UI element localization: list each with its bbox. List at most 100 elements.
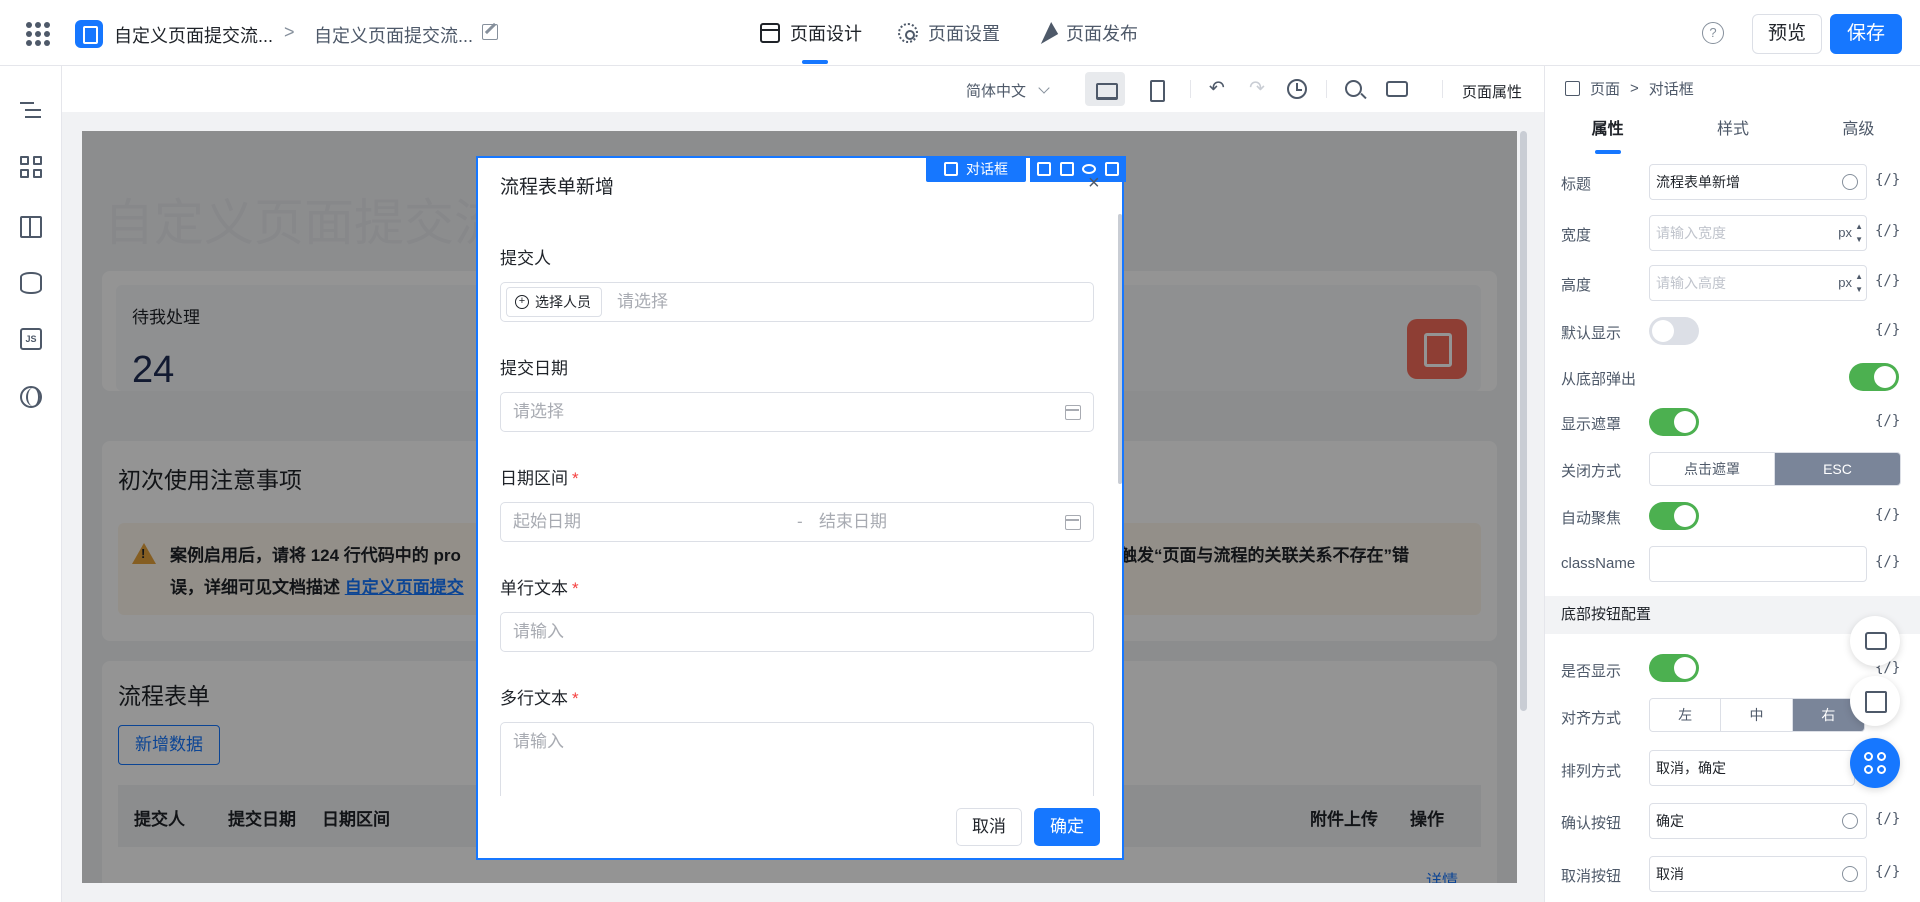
desktop-view-icon[interactable] (1085, 72, 1125, 106)
bottom-popup-toggle[interactable] (1849, 363, 1899, 391)
cancel-text-input[interactable]: 取消 (1649, 856, 1867, 892)
globe-icon[interactable] (1842, 813, 1858, 829)
dialog-scrollbar[interactable] (1118, 214, 1122, 484)
tab-properties[interactable]: 属性 (1545, 108, 1670, 154)
close-mode-option-mask[interactable]: 点击遮罩 (1650, 453, 1775, 485)
show-mask-toggle[interactable] (1649, 408, 1699, 436)
add-icon[interactable] (1037, 162, 1052, 176)
tab-page-design[interactable]: 页面设计 (760, 0, 862, 66)
data-source-icon[interactable] (20, 272, 42, 294)
expression-icon[interactable]: {/} (1875, 811, 1900, 827)
globe-icon[interactable] (1842, 866, 1858, 882)
expression-icon[interactable]: {/} (1875, 507, 1900, 523)
panel-breadcrumb: 页面 > 对话框 (1565, 78, 1694, 99)
close-icon[interactable]: × (1088, 172, 1100, 195)
single-text-input[interactable]: 请输入 (500, 612, 1094, 652)
calendar-icon (1065, 515, 1081, 530)
gear-icon (898, 23, 918, 43)
prop-label: 关闭方式 (1561, 463, 1622, 480)
page-attributes-button[interactable]: 页面属性 (1462, 81, 1522, 102)
copy-icon[interactable] (1059, 162, 1074, 176)
expression-icon[interactable]: {/} (1875, 413, 1900, 429)
toolbar-divider (1442, 80, 1443, 98)
expression-icon[interactable]: {/} (1875, 864, 1900, 880)
page-icon (1565, 81, 1580, 96)
app-logo-icon (75, 20, 103, 48)
close-mode-option-esc[interactable]: ESC (1775, 453, 1900, 485)
prop-label: 取消按钮 (1561, 868, 1622, 885)
order-select[interactable]: 取消，确定 (1649, 750, 1855, 786)
search-icon[interactable] (1345, 80, 1362, 97)
confirm-button[interactable]: 确定 (1034, 808, 1100, 846)
redo-icon[interactable]: ↷ (1246, 79, 1268, 99)
outline-tree-icon[interactable] (20, 100, 42, 122)
footer-show-toggle[interactable] (1649, 654, 1699, 682)
expression-icon[interactable]: {/} (1875, 172, 1900, 188)
form-dialog[interactable]: 对话框 流程表单新增 × 提交人 请选择 + 选择人员 提交日期 请选择 日期区… (476, 156, 1126, 860)
app-name[interactable]: 自定义页面提交流... (114, 22, 273, 48)
prop-label: 高度 (1561, 277, 1592, 294)
field-label: 单行文本 * (500, 574, 579, 599)
calendar-icon (1065, 405, 1081, 420)
edit-icon[interactable] (482, 24, 498, 40)
chevron-down-icon (1038, 82, 1050, 94)
globe-icon[interactable] (1842, 174, 1858, 190)
tab-styles[interactable]: 样式 (1670, 108, 1795, 154)
expression-icon[interactable]: {/} (1875, 273, 1900, 289)
send-icon (1033, 21, 1059, 45)
docs-book-icon[interactable] (1850, 676, 1900, 726)
field-label: 日期区间 * (500, 464, 579, 489)
save-button[interactable]: 保存 (1830, 14, 1902, 54)
submit-date-picker[interactable]: 请选择 (500, 392, 1094, 432)
components-grid-icon[interactable] (20, 156, 42, 178)
canvas-scrollbar[interactable] (1520, 131, 1527, 711)
tab-page-settings[interactable]: 页面设置 (898, 0, 1000, 66)
js-code-icon[interactable]: JS (20, 328, 42, 350)
stepper-icon[interactable]: ▲ ▼ (1855, 270, 1863, 296)
align-option-center[interactable]: 中 (1721, 699, 1793, 731)
height-input[interactable]: 请输入高度 px ▲ ▼ (1649, 265, 1867, 301)
title-input[interactable]: 流程表单新增 (1649, 164, 1867, 200)
layout-icon[interactable] (20, 216, 42, 238)
tab-page-publish[interactable]: 页面发布 (1033, 0, 1138, 66)
classname-input[interactable] (1649, 546, 1867, 582)
keyboard-icon[interactable] (1386, 81, 1408, 97)
default-show-toggle[interactable] (1649, 317, 1699, 345)
autofocus-toggle[interactable] (1649, 502, 1699, 530)
component-tag[interactable]: 对话框 (926, 156, 1026, 182)
mobile-view-icon[interactable] (1135, 72, 1175, 106)
width-input[interactable]: 请输入宽度 px ▲ ▼ (1649, 215, 1867, 251)
history-icon[interactable] (1287, 79, 1307, 99)
undo-icon[interactable]: ↶ (1206, 79, 1228, 99)
trash-icon[interactable] (1104, 162, 1119, 176)
expression-icon[interactable]: {/} (1875, 223, 1900, 239)
stepper-icon[interactable]: ▲ ▼ (1855, 220, 1863, 246)
language-select[interactable]: 简体中文 (966, 80, 1050, 101)
field-label-text: 单行文本 (500, 579, 568, 598)
align-option-left[interactable]: 左 (1650, 699, 1722, 731)
help-icon[interactable]: ? (1702, 22, 1724, 44)
globe-icon[interactable] (20, 386, 42, 408)
feedback-chat-icon[interactable] (1850, 616, 1900, 666)
tab-advanced[interactable]: 高级 (1796, 108, 1920, 154)
select-person-button[interactable]: + 选择人员 (506, 287, 602, 317)
field-label: 提交日期 (500, 359, 568, 378)
prop-label: 宽度 (1561, 227, 1592, 244)
prop-label: className (1561, 555, 1636, 572)
breadcrumb-root[interactable]: 页面 (1590, 78, 1620, 99)
select-person-label: 选择人员 (535, 294, 591, 310)
required-mark: * (572, 689, 579, 708)
prop-label: 对齐方式 (1561, 710, 1622, 727)
apps-grid-icon[interactable] (26, 22, 50, 46)
expression-icon[interactable]: {/} (1875, 554, 1900, 570)
date-placeholder: 请选择 (513, 402, 564, 421)
quick-menu-button[interactable] (1850, 738, 1900, 788)
multi-text-input[interactable]: 请输入 (500, 722, 1094, 796)
cancel-button[interactable]: 取消 (956, 808, 1022, 846)
expression-icon[interactable]: {/} (1875, 322, 1900, 338)
component-tools (1030, 156, 1126, 182)
preview-button[interactable]: 预览 (1752, 14, 1822, 54)
date-range-picker[interactable]: 起始日期 - 结束日期 (500, 502, 1094, 542)
confirm-text-input[interactable]: 确定 (1649, 803, 1867, 839)
range-end-placeholder: 结束日期 (819, 512, 887, 531)
